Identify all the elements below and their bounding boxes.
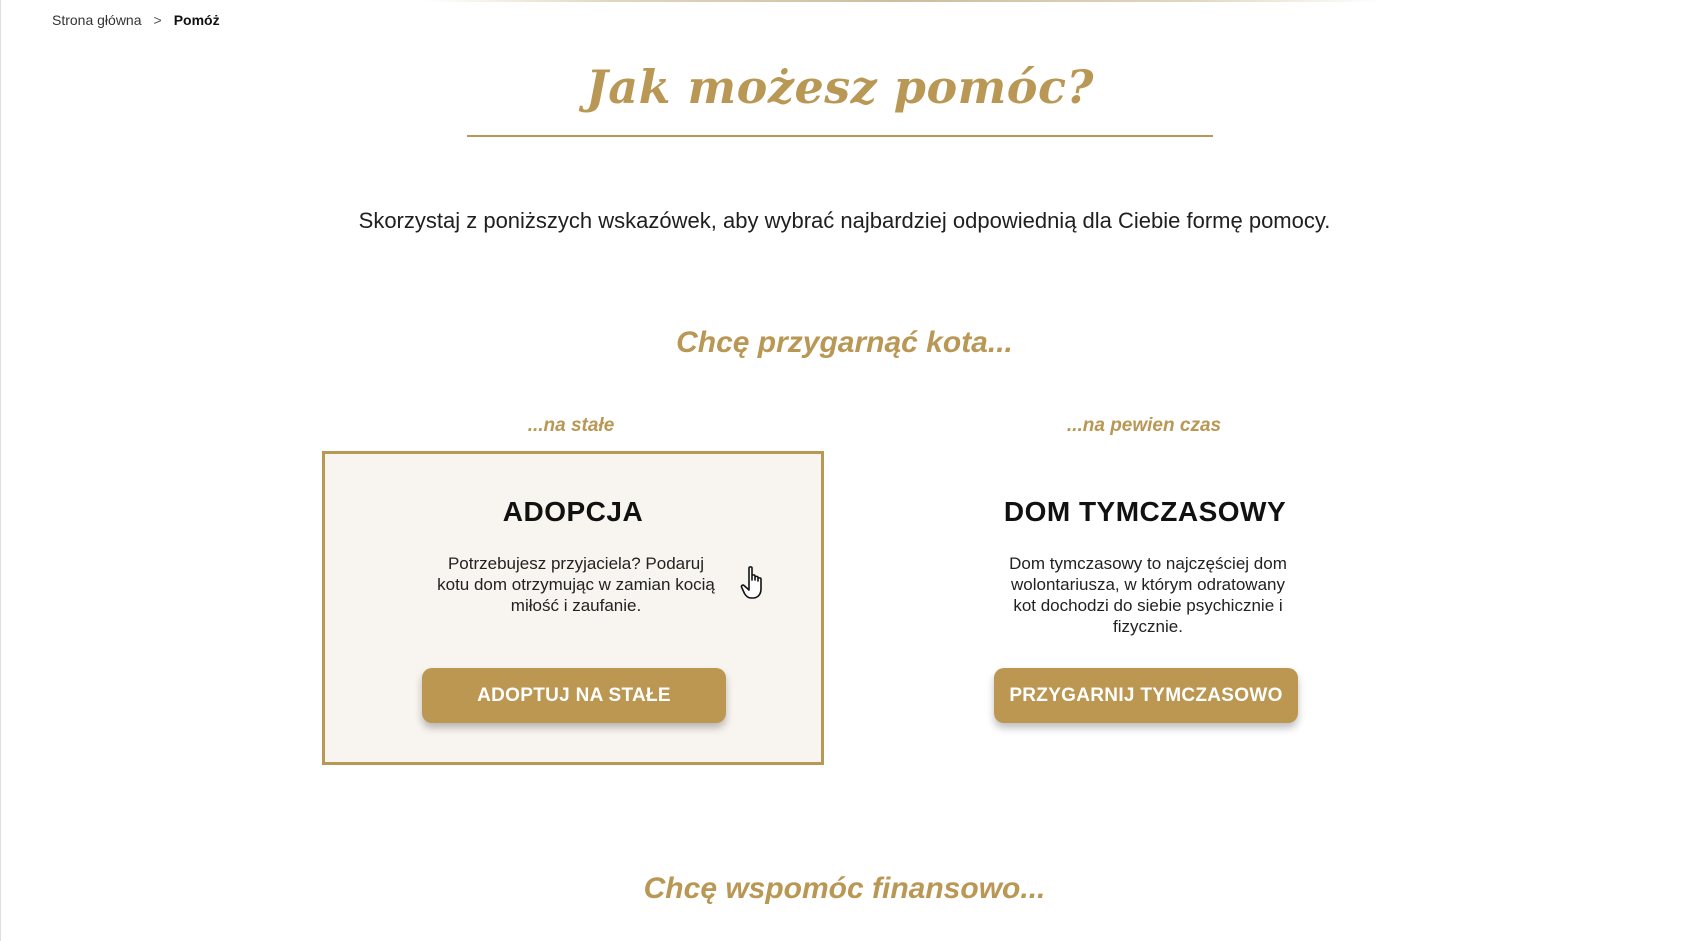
adoption-card-title: ADOPCJA — [502, 496, 644, 527]
finance-section-heading: Chcę wspomóc finansowo... — [643, 872, 1046, 905]
intro-text: Skorzystaj z poniższych wskazówek, aby w… — [358, 208, 1331, 233]
breadcrumb-separator: > — [153, 12, 162, 28]
adopt-section-heading: Chcę przygarnąć kota... — [676, 326, 1013, 359]
help-page: Strona główna > Pomóż Jak możesz pomóc? … — [0, 0, 1687, 941]
adoption-card: ADOPCJA Potrzebujesz przyjaciela? Podaru… — [322, 451, 824, 765]
breadcrumb: Strona główna > Pomóż — [52, 12, 220, 28]
foster-card-title: DOM TYMCZASOWY — [1003, 496, 1287, 527]
page-title: Jak możesz pomóc? — [586, 60, 1094, 114]
foster-card-description: Dom tymczasowy to najczęściej dom wolont… — [1009, 554, 1287, 636]
adoption-card-description: Potrzebujesz przyjaciela? Podaruj kotu d… — [437, 554, 715, 615]
hand-pointer-icon — [740, 566, 762, 599]
foster-home-card: DOM TYMCZASOWY Dom tymczasowy to najczęś… — [894, 451, 1396, 765]
title-divider — [467, 135, 1213, 137]
temporary-subheading: ...na pewien czas — [1066, 415, 1222, 436]
adopt-permanently-button[interactable]: ADOPTUJ NA STAŁE — [422, 668, 726, 723]
breadcrumb-current: Pomóż — [173, 12, 220, 28]
breadcrumb-home-link[interactable]: Strona główna — [52, 12, 142, 28]
permanent-subheading: ...na stałe — [527, 415, 615, 436]
top-decorative-strip — [421, 0, 1381, 2]
foster-temporarily-button[interactable]: PRZYGARNIJ TYMCZASOWO — [994, 668, 1298, 723]
